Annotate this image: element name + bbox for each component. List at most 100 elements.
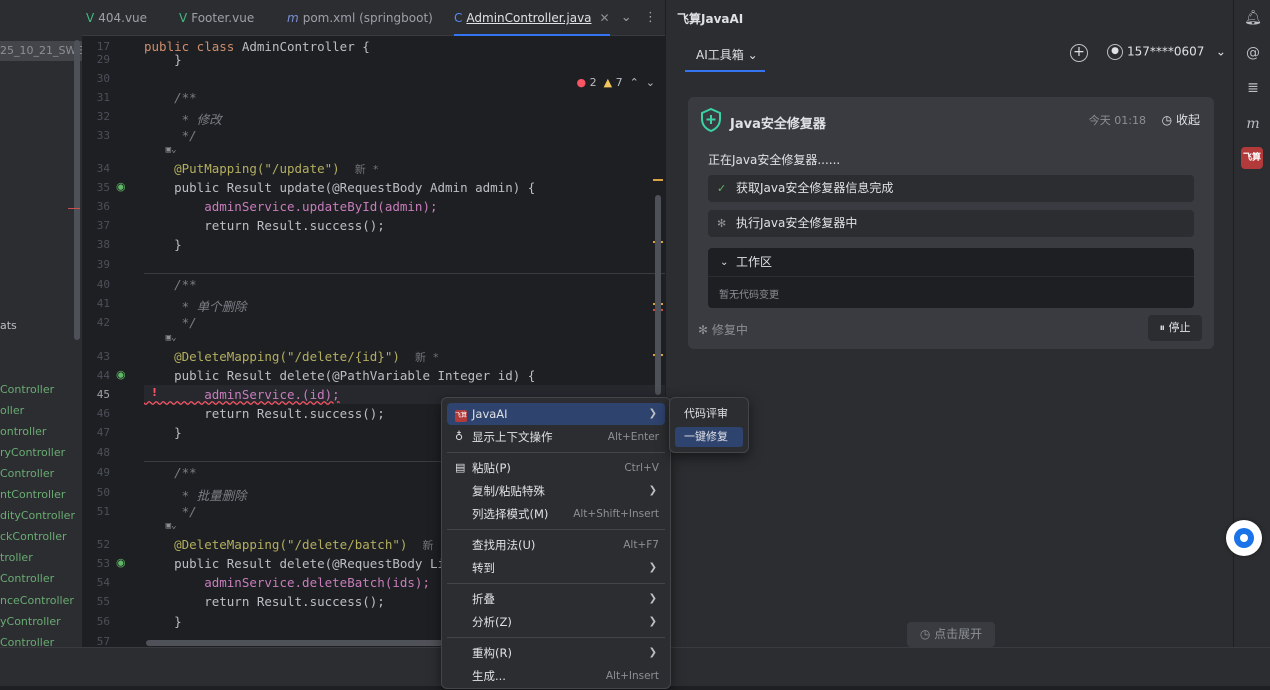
error-icon: ●	[576, 76, 587, 89]
warning-marker[interactable]	[653, 179, 663, 181]
java-class-icon: C	[454, 11, 463, 25]
chevron-right-icon: ❯	[648, 647, 657, 658]
project-tree[interactable]: 25_10_21_SWE ats Controller oller ontrol…	[0, 0, 82, 647]
ai-assistant-icon[interactable]: @	[1242, 42, 1264, 64]
tree-item[interactable]: Controller	[0, 383, 54, 396]
line-number: 48	[96, 446, 110, 459]
tree-item[interactable]: ats	[0, 319, 17, 332]
user-menu[interactable]: ● 157****0607 ⌄	[1107, 44, 1226, 60]
editor-horizontal-scrollbar[interactable]	[146, 640, 446, 646]
line-number: 53	[96, 557, 110, 570]
notifications-icon[interactable]: 🔔︎	[1242, 7, 1264, 29]
tab-footer-vue[interactable]: V Footer.vue	[179, 0, 254, 36]
project-selected-row[interactable]: 25_10_21_SWE	[0, 41, 82, 61]
collapse-button[interactable]: ◷ 收起	[1162, 111, 1200, 128]
tab-ai-toolbox[interactable]: AI工具箱 ⌄	[685, 42, 765, 72]
check-circle-icon: ✓	[717, 182, 727, 195]
menu-label: 查找用法(U)	[472, 538, 536, 552]
bean-run-icon[interactable]: ◉	[116, 180, 126, 193]
line-number: 33	[96, 129, 110, 142]
menu-item-refactor[interactable]: 重构(R) ❯	[447, 642, 665, 664]
code-line: * 单个删除	[144, 299, 247, 314]
new-chat-button[interactable]: +	[1070, 44, 1088, 62]
ai-inlay-icon[interactable]: ▣⌄	[144, 521, 177, 531]
line-number: 44	[96, 369, 110, 382]
menu-item-show-context-actions[interactable]: ♁ 显示上下文操作 Alt+Enter	[447, 426, 665, 448]
tab-404-vue[interactable]: V 404.vue	[86, 0, 147, 36]
javaai-icon: 飞算	[455, 410, 467, 422]
code-line: }	[144, 425, 182, 440]
menu-item-code-review[interactable]: 代码评审	[675, 404, 743, 424]
tab-pom-xml[interactable]: m pom.xml (springboot)	[287, 0, 433, 36]
line-number: 41	[96, 297, 110, 310]
assistant-icon	[1234, 528, 1254, 548]
tree-item[interactable]: ckController	[0, 530, 67, 543]
code-line: return Result.success();	[144, 218, 385, 233]
stop-button[interactable]: ⏸ 停止	[1148, 315, 1202, 341]
code-line: public Result delete(@RequestBody List	[144, 556, 461, 571]
code-line: }	[144, 614, 182, 629]
ai-inlay-icon[interactable]: ▣⌄	[144, 145, 177, 155]
step-label: 获取Java安全修复器信息完成	[736, 181, 894, 195]
chevron-up-icon[interactable]: ⌃	[630, 76, 639, 89]
ai-inlay-icon[interactable]: ▣⌄	[144, 333, 177, 343]
menu-item-javaai[interactable]: 飞算 JavaAI ❯	[447, 403, 665, 425]
shortcut: Alt+Shift+Insert	[573, 508, 659, 520]
tree-item[interactable]: ontroller	[0, 425, 46, 438]
menu-item-generate[interactable]: 生成... Alt+Insert	[447, 665, 665, 687]
tree-item[interactable]: oller	[0, 404, 24, 417]
spinner-icon: ✻	[698, 323, 709, 337]
tab-label: Footer.vue	[191, 11, 255, 25]
panel-title: 飞算JavaAI	[677, 12, 744, 26]
chevron-down-icon[interactable]: ⌄	[621, 10, 632, 25]
warning-icon: ▲	[603, 76, 613, 89]
tree-item[interactable]: Controller	[0, 636, 54, 647]
feisuan-javaai-icon[interactable]: 飞算	[1241, 147, 1263, 169]
code-line: adminService.updateById(admin);	[144, 199, 438, 214]
menu-label: 重构(R)	[472, 646, 512, 660]
menu-item-find-usages[interactable]: 查找用法(U) Alt+F7	[447, 534, 665, 556]
chevron-down-icon[interactable]: ⌄	[646, 76, 655, 89]
bean-run-icon[interactable]: ◉	[116, 368, 126, 381]
line-number: 34	[96, 162, 110, 175]
maven-icon[interactable]: m	[1242, 113, 1264, 135]
tree-item[interactable]: nceController	[0, 594, 74, 607]
menu-item-analyze[interactable]: 分析(Z) ❯	[447, 611, 665, 633]
tree-item[interactable]: Controller	[0, 572, 54, 585]
chevron-right-icon: ❯	[648, 616, 657, 627]
tree-item[interactable]: troller	[0, 551, 33, 564]
menu-separator	[447, 637, 665, 638]
tab-admincontroller-java[interactable]: C AdminController.java ✕	[454, 0, 610, 36]
menu-item-paste[interactable]: ▤ 粘贴(P) Ctrl+V	[447, 457, 665, 479]
shortcut: Ctrl+V	[624, 462, 659, 474]
tree-item[interactable]: ntController	[0, 488, 65, 501]
bean-run-icon[interactable]: ◉	[116, 556, 126, 569]
tree-item[interactable]: dityController	[0, 509, 75, 522]
collapse-label: 收起	[1175, 113, 1200, 127]
tree-item[interactable]: ryController	[0, 446, 65, 459]
tab-label: AI工具箱	[696, 48, 744, 62]
editor-vertical-scrollbar[interactable]	[655, 195, 661, 395]
floating-assistant-button[interactable]	[1226, 520, 1262, 556]
database-icon[interactable]: ≣	[1242, 77, 1264, 99]
menu-item-folding[interactable]: 折叠 ❯	[447, 588, 665, 610]
inspection-widget[interactable]: ● 2 ▲ 7 ⌃ ⌄	[576, 76, 655, 89]
line-number: 56	[96, 615, 110, 628]
workspace-header[interactable]: ⌄ 工作区	[708, 248, 1194, 277]
project-scrollbar[interactable]	[74, 40, 80, 340]
more-options-icon[interactable]: ⋮	[644, 10, 657, 25]
workspace-empty: 暂无代码变更	[719, 290, 779, 301]
code-line: */	[144, 315, 197, 330]
code-line: public Result delete(@PathVariable Integ…	[144, 368, 536, 383]
menu-item-copy-paste-special[interactable]: 复制/粘贴特殊 ❯	[447, 480, 665, 502]
chevron-down-icon: ⌄	[720, 257, 729, 268]
menu-item-goto[interactable]: 转到 ❯	[447, 557, 665, 579]
close-icon[interactable]: ✕	[600, 11, 610, 25]
menu-item-column-selection[interactable]: 列选择模式(M) Alt+Shift+Insert	[447, 503, 665, 525]
tree-item[interactable]: Controller	[0, 467, 54, 480]
line-number: 50	[96, 486, 110, 499]
menu-item-one-click-fix[interactable]: 一键修复	[675, 427, 743, 447]
code-line: }	[144, 237, 182, 252]
tree-item[interactable]: yController	[0, 615, 61, 628]
expand-button[interactable]: ◷ 点击展开	[907, 622, 995, 647]
